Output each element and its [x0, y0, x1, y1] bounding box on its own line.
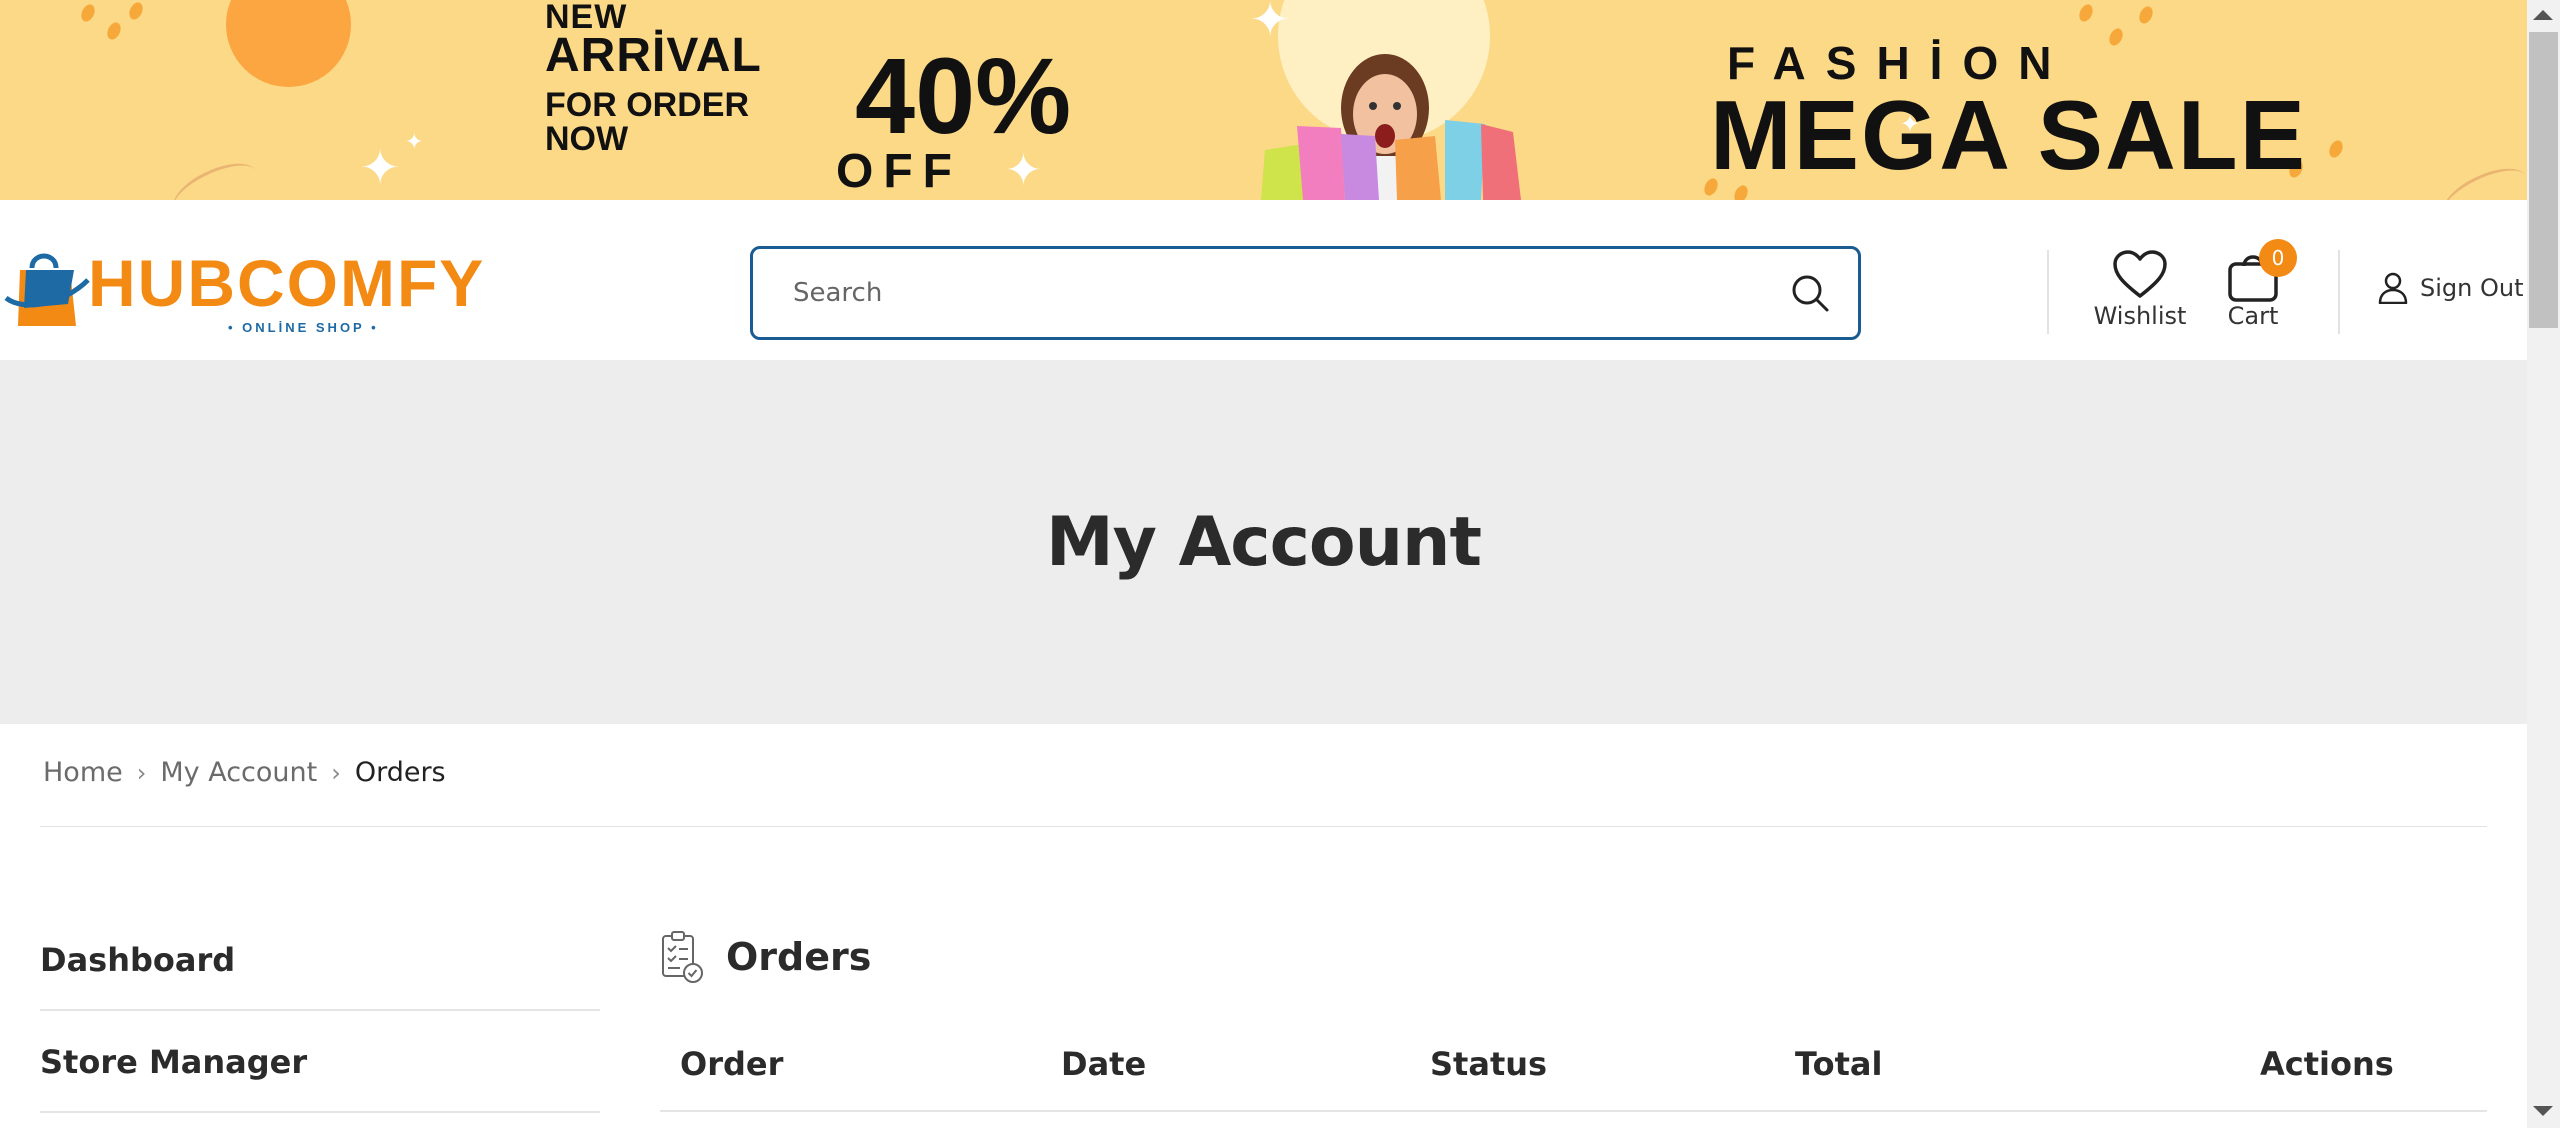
- search-icon[interactable]: [1790, 273, 1830, 313]
- page-title: My Account: [1046, 502, 1482, 582]
- banner-percent: 40%: [855, 35, 1072, 156]
- header-divider: [2338, 250, 2340, 334]
- page-hero: My Account: [0, 360, 2527, 724]
- breadcrumb: Home › My Account › Orders: [43, 757, 446, 788]
- decor-dot: [104, 20, 124, 42]
- scroll-down-arrow-icon[interactable]: [2533, 1106, 2553, 1116]
- promo-banner[interactable]: ✦ ✦ ✦ ✦ ✦ NEW ARRİVAL FOR ORDER NOW 40% …: [0, 0, 2527, 200]
- decor-dot: [78, 2, 98, 24]
- banner-now: NOW: [545, 120, 629, 158]
- header-divider: [2047, 250, 2049, 334]
- shopper-image: [1261, 54, 1521, 200]
- wishlist-label: Wishlist: [2093, 302, 2187, 330]
- logo-text: HUBCOMFY: [88, 246, 486, 320]
- decor-circle: [226, 0, 351, 87]
- column-header-total: Total: [1795, 1045, 1883, 1083]
- breadcrumb-home[interactable]: Home: [43, 757, 123, 788]
- breadcrumb-my-account[interactable]: My Account: [160, 757, 317, 788]
- cart-label: Cart: [2227, 302, 2279, 330]
- logo-subtitle: • ONLİNE SHOP •: [228, 320, 379, 335]
- decor-swash: [2435, 157, 2527, 200]
- shopping-bag-logo-icon: [4, 253, 90, 326]
- column-header-order: Order: [680, 1045, 784, 1083]
- chevron-right-icon: ›: [136, 758, 147, 787]
- decor-dot: [126, 0, 146, 22]
- sidebar-item-store-manager[interactable]: Store Manager: [40, 1013, 600, 1113]
- site-header: HUBCOMFY • ONLİNE SHOP • Wishlist Cart 0…: [0, 200, 2527, 360]
- sparkle-icon: ✦: [405, 130, 424, 155]
- banner-for-order: FOR ORDER: [545, 86, 749, 124]
- decor-dot: [2106, 26, 2126, 48]
- sidebar-item-label: Store Manager: [40, 1043, 308, 1081]
- chevron-right-icon: ›: [331, 758, 341, 787]
- banner-mega-sale: MEGA SALE: [1710, 80, 2307, 190]
- wishlist-button[interactable]: Wishlist: [2090, 250, 2190, 330]
- orders-heading: Orders: [660, 930, 871, 984]
- heart-icon: [2113, 250, 2167, 298]
- divider: [40, 826, 2487, 827]
- decor-dot: [2076, 2, 2096, 24]
- decor-swash: [165, 152, 265, 200]
- user-icon: [2378, 272, 2408, 304]
- table-header-divider: [660, 1110, 2487, 1112]
- sign-out-button[interactable]: Sign Out: [2378, 272, 2524, 304]
- decor-dot: [2326, 138, 2346, 160]
- decor-dot: [2136, 4, 2156, 26]
- column-header-status: Status: [1430, 1045, 1548, 1083]
- scrollbar-thumb[interactable]: [2529, 32, 2558, 328]
- scroll-up-arrow-icon[interactable]: [2533, 10, 2553, 20]
- sign-out-label: Sign Out: [2420, 274, 2524, 302]
- sidebar-item-dashboard[interactable]: Dashboard: [40, 911, 600, 1011]
- banner-arrival: ARRİVAL: [545, 29, 762, 82]
- clipboard-check-icon: [662, 931, 703, 983]
- sparkle-icon: ✦: [360, 140, 401, 196]
- search-input[interactable]: [793, 278, 1693, 308]
- orders-title: Orders: [726, 935, 872, 979]
- cart-count-badge: 0: [2259, 239, 2297, 277]
- column-header-date: Date: [1061, 1045, 1147, 1083]
- sidebar-item-label: Dashboard: [40, 941, 236, 979]
- search-bar: [750, 246, 1861, 340]
- banner-off: OFF: [836, 145, 962, 198]
- column-header-actions: Actions: [2260, 1045, 2394, 1083]
- breadcrumb-current: Orders: [354, 757, 446, 788]
- new-arrival-text: NEW ARRİVAL FOR ORDER NOW: [545, 0, 762, 156]
